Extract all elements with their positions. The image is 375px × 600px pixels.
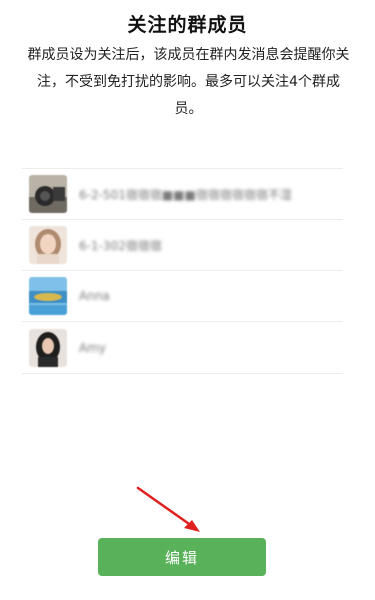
description-text: 群成员设为关注后，该成员在群内发消息会提醒你关注，不受到免打扰的影响。最多可以关… — [27, 47, 350, 117]
avatar — [29, 277, 67, 315]
member-name: 6-2-501宿宿宿■■■宿宿宿宿宿宿不湿 — [79, 187, 292, 202]
avatar — [29, 328, 67, 367]
member-name: Anna — [79, 289, 110, 303]
list-item[interactable]: 6-2-501宿宿宿■■■宿宿宿宿宿宿不湿 — [22, 169, 343, 220]
member-list: 6-2-501宿宿宿■■■宿宿宿宿宿宿不湿 6-1-302宿宿宿 Anna Am… — [22, 168, 343, 374]
list-item[interactable]: Anna — [22, 271, 343, 322]
person-avatar-icon — [29, 226, 67, 264]
edit-button[interactable]: 编辑 — [98, 538, 266, 576]
camera-avatar-icon — [29, 175, 67, 213]
landscape-avatar-icon — [29, 277, 67, 315]
member-name: Amy — [79, 340, 106, 355]
follow-members-page: 关注的群成员 群成员设为关注后，该成员在群内发消息会提醒你关注，不受到免打扰的影… — [0, 0, 375, 600]
page-title: 关注的群成员 — [127, 14, 248, 36]
list-item[interactable]: 6-1-302宿宿宿 — [22, 220, 343, 271]
avatar — [29, 226, 67, 264]
list-item[interactable]: Amy — [22, 322, 343, 373]
avatar — [29, 175, 67, 213]
portrait-avatar-icon — [29, 328, 67, 367]
member-name: 6-1-302宿宿宿 — [79, 238, 162, 253]
red-arrow-annotation-icon — [136, 486, 200, 532]
